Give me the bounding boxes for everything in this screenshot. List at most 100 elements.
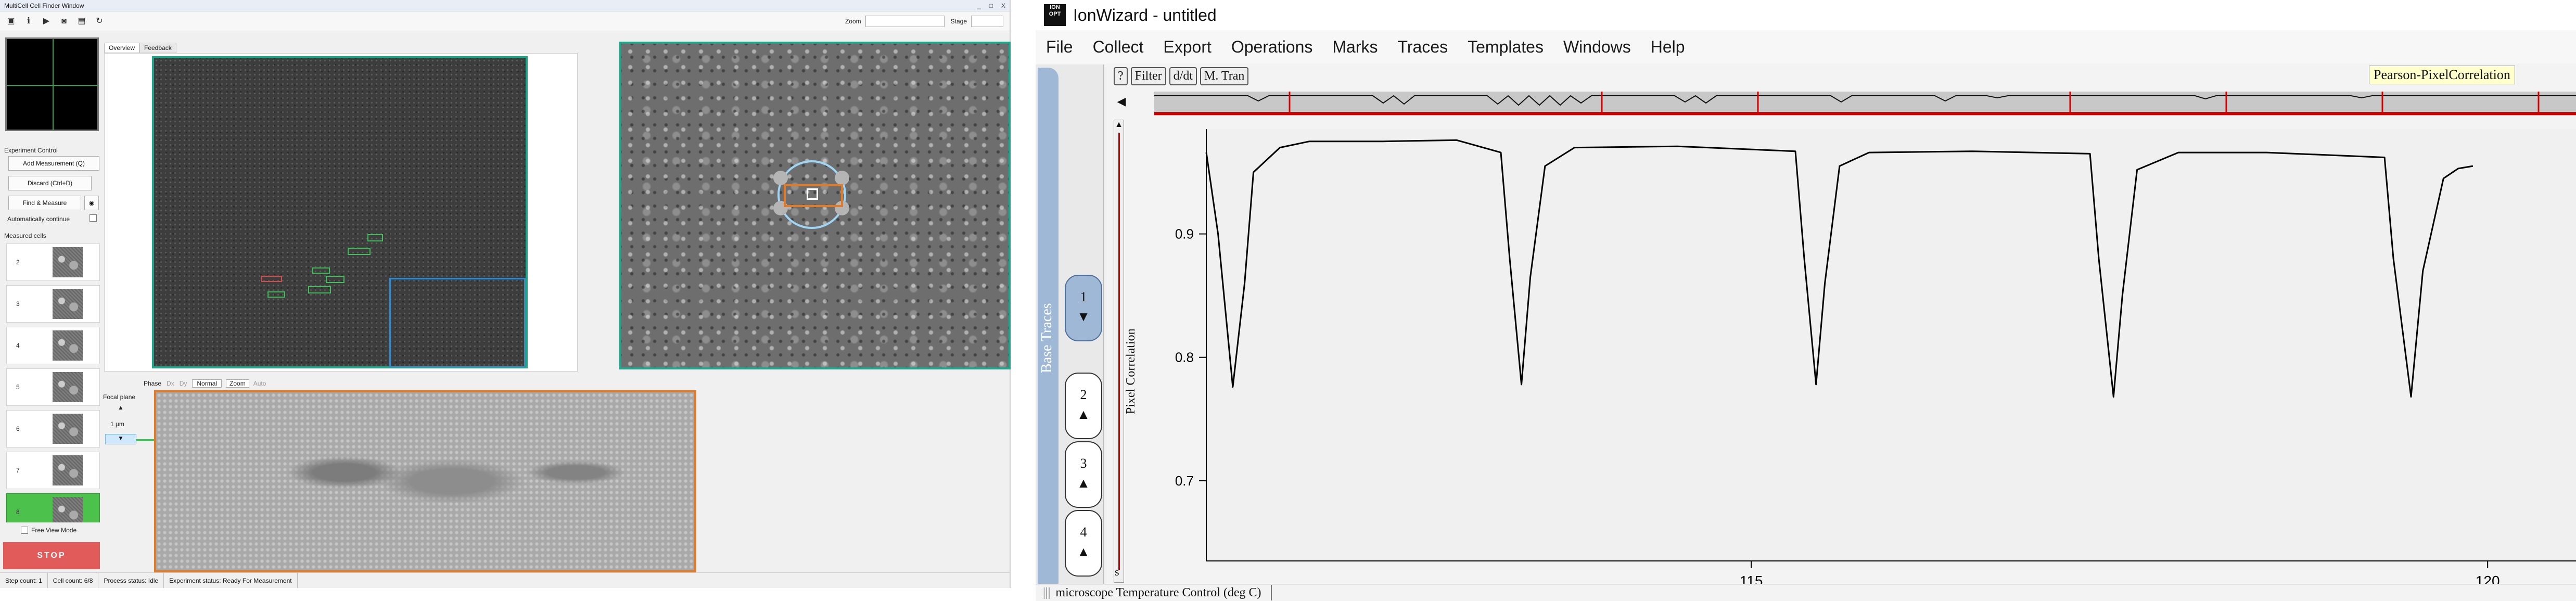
trace-button-3[interactable]: 3 ▲	[1065, 441, 1102, 508]
menu-bar: File Collect Export Operations Marks Tra…	[1036, 30, 2576, 63]
discard-button[interactable]: Discard (Ctrl+D)	[8, 176, 92, 190]
derivative-button[interactable]: d/dt	[1169, 67, 1197, 85]
help-button[interactable]: ?	[1114, 67, 1128, 85]
trace-button-2[interactable]: 2 ▲	[1065, 373, 1102, 439]
stop-button[interactable]: STOP	[3, 542, 100, 569]
dx-button[interactable]: Dx	[167, 380, 174, 387]
measured-cells-list[interactable]: 2 3 4 5 6 7 8	[4, 241, 101, 522]
close-button[interactable]: X	[997, 2, 1010, 9]
zoomed-cell-image[interactable]	[154, 390, 696, 572]
zoom-label: Zoom	[845, 17, 861, 25]
cell-marker[interactable]	[312, 267, 330, 274]
collapse-icon: ▼	[1077, 309, 1090, 324]
crosshair-vertical	[53, 39, 54, 130]
free-view-checkbox[interactable]	[21, 527, 28, 534]
status-process: Process status: Idle	[98, 573, 164, 588]
add-measurement-button[interactable]: Add Measurement (Q)	[8, 156, 99, 171]
cell-marker[interactable]	[367, 234, 383, 241]
maximize-button[interactable]: □	[985, 2, 997, 9]
zoom-button[interactable]: Zoom	[226, 379, 249, 388]
auto-button[interactable]: Auto	[253, 380, 266, 387]
info-icon[interactable]: ℹ	[22, 15, 35, 28]
menu-templates[interactable]: Templates	[1468, 37, 1544, 57]
save-icon[interactable]: ▤	[75, 15, 88, 28]
mode-select[interactable]: Normal	[192, 379, 222, 388]
window-title: IonWizard - untitled	[1073, 5, 1217, 24]
cell-thumbnail	[53, 497, 83, 522]
list-item[interactable]: 7	[6, 452, 100, 489]
expand-icon: ▲	[1077, 476, 1090, 491]
minimize-button[interactable]: _	[973, 2, 985, 9]
stage-select[interactable]	[971, 15, 1003, 27]
menu-operations[interactable]: Operations	[1231, 37, 1313, 57]
list-item[interactable]: 6	[6, 410, 100, 447]
list-item[interactable]: 2	[6, 244, 100, 281]
tab-strip: Overview Feedback	[104, 42, 176, 54]
base-traces-label: Base Traces	[1039, 303, 1055, 374]
measured-cells-label: Measured cells	[4, 232, 46, 239]
vertical-scrollbar[interactable]: ▲	[1114, 120, 1124, 583]
menu-export[interactable]: Export	[1163, 37, 1211, 57]
focus-up-icon[interactable]: ▲	[118, 404, 124, 411]
cell-thumbnail	[53, 247, 83, 277]
status-step-count: Step count: 1	[0, 573, 48, 588]
stage-crosshair[interactable]	[5, 37, 99, 131]
refresh-icon[interactable]: ↻	[93, 15, 106, 28]
tab-overview[interactable]: Overview	[104, 43, 140, 53]
scroll-up-icon[interactable]: ▲	[1114, 120, 1124, 130]
selection-handle[interactable]	[835, 171, 849, 185]
cell-marker-current[interactable]	[261, 276, 282, 282]
cell-marker[interactable]	[267, 291, 285, 298]
image-control-label: Phase	[144, 380, 162, 387]
m-tran-button[interactable]: M. Tran	[1200, 67, 1249, 85]
menu-traces[interactable]: Traces	[1398, 37, 1448, 57]
menu-help[interactable]: Help	[1651, 37, 1685, 57]
menu-collect[interactable]: Collect	[1093, 37, 1144, 57]
trace-button-1[interactable]: 1 ▼	[1065, 275, 1102, 341]
tab-feedback[interactable]: Feedback	[139, 43, 176, 53]
cell-marker[interactable]	[348, 248, 371, 255]
overview-strip[interactable]	[1154, 92, 2576, 116]
crosshair-horizontal	[7, 85, 97, 86]
app-logo: ION OPT	[1044, 4, 1066, 26]
expand-icon: ▲	[1077, 407, 1090, 422]
status-experiment: Experiment status: Ready For Measurement	[164, 573, 298, 588]
filter-button[interactable]: Filter	[1130, 67, 1166, 85]
list-item[interactable]: 3	[6, 285, 100, 323]
zoom-select[interactable]	[865, 15, 945, 27]
list-item[interactable]: 4	[6, 327, 100, 364]
scroll-left-icon[interactable]: ◀	[1114, 89, 1129, 113]
camera-icon[interactable]: ◙	[57, 15, 71, 28]
cell-marker[interactable]	[308, 286, 331, 293]
time-unit-label: s	[1115, 565, 1119, 578]
find-measure-button[interactable]: Find & Measure	[8, 196, 81, 210]
base-traces-tab[interactable]: Base Traces	[1038, 68, 1059, 593]
selection-handle[interactable]	[773, 171, 788, 185]
ionwizard-window: ION OPT IonWizard - untitled File Collec…	[1036, 0, 2576, 601]
bottom-trace-bar: ||| microscope Temperature Control (deg …	[1036, 584, 2576, 601]
play-icon[interactable]: ▶	[40, 15, 53, 28]
trace-chart[interactable]: 0.90.80.7115 120	[1129, 119, 2576, 592]
overview-image[interactable]	[152, 56, 528, 368]
auto-continue-checkbox[interactable]	[90, 214, 97, 222]
list-item-selected[interactable]: 8	[6, 493, 100, 522]
menu-marks[interactable]: Marks	[1332, 37, 1378, 57]
status-bar: Step count: 1 Cell count: 6/8 Process st…	[0, 572, 1010, 588]
step-label: 1 µm	[110, 420, 124, 428]
focus-down-button[interactable]: ▼	[105, 434, 136, 444]
cell-marker[interactable]	[326, 276, 345, 283]
phase-contrast-image[interactable]	[619, 42, 1011, 369]
list-item[interactable]: 5	[6, 368, 100, 406]
bottom-trace-label: microscope Temperature Control (deg C)	[1055, 585, 1261, 599]
image-controls: Phase Dx Dy Normal Zoom Auto	[144, 377, 266, 390]
free-view-row[interactable]: Free View Mode	[21, 527, 76, 534]
open-icon[interactable]: ▣	[4, 15, 18, 28]
trace-button-4[interactable]: 4 ▲	[1065, 510, 1102, 577]
drag-handle-icon[interactable]: |||	[1043, 586, 1050, 600]
menu-windows[interactable]: Windows	[1563, 37, 1631, 57]
menu-file[interactable]: File	[1046, 37, 1073, 57]
roi-center	[807, 188, 818, 200]
camera-button[interactable]: ◉	[84, 196, 99, 210]
focus-connector	[136, 439, 154, 441]
dy-button[interactable]: Dy	[180, 380, 187, 387]
